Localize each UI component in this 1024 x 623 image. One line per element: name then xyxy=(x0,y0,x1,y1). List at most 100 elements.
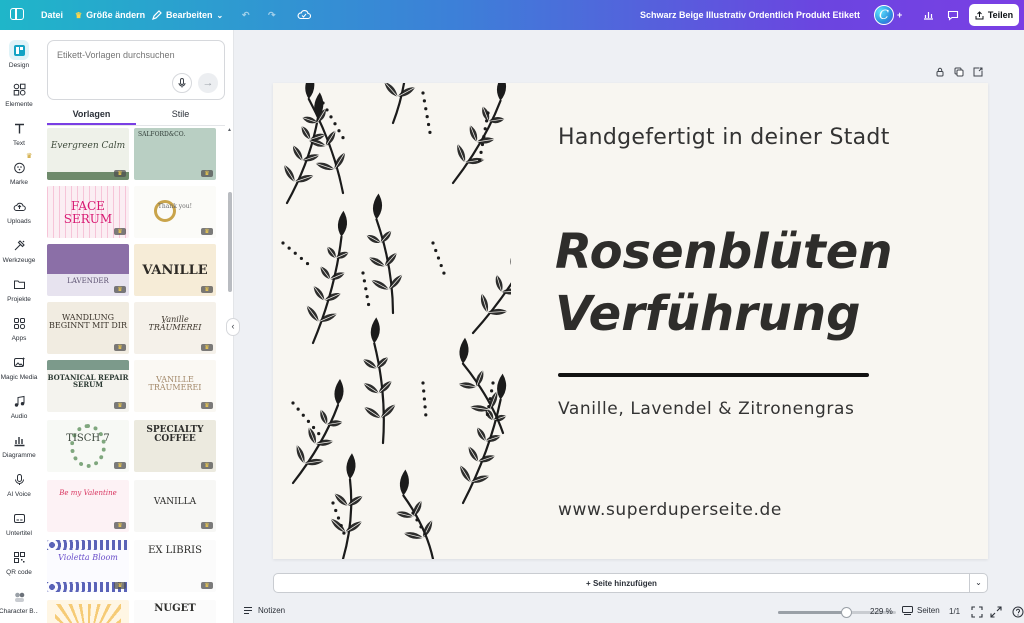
help-icon[interactable] xyxy=(1012,606,1024,618)
undo-icon[interactable]: ↶ xyxy=(242,0,250,30)
notes-label: Notizen xyxy=(258,606,286,615)
share-icon xyxy=(975,10,984,19)
divider-line[interactable] xyxy=(558,373,869,377)
search-box: → xyxy=(47,40,225,100)
template-thumbnail[interactable]: Thank you! ♛ xyxy=(134,186,216,238)
add-page-icon[interactable] xyxy=(973,67,983,77)
apps-icon xyxy=(9,313,29,333)
panel-scrollbar[interactable] xyxy=(228,130,232,610)
template-thumbnail[interactable]: Violetta Bloom ♛ xyxy=(47,540,129,592)
chevron-down-icon[interactable]: ⌄ xyxy=(969,573,988,593)
rail-item-design[interactable]: Design xyxy=(0,40,38,78)
tagline-text[interactable]: Handgefertigt in deiner Stadt xyxy=(558,125,890,150)
premium-crown-icon: ♛ xyxy=(114,228,126,235)
template-thumbnail[interactable]: VANILLE TRÄUMEREI ♛ xyxy=(134,360,216,412)
document-title[interactable]: Schwarz Beige Illustrativ Ordentlich Pro… xyxy=(640,0,860,30)
edit-menu[interactable]: Bearbeiten ⌄ xyxy=(152,0,223,30)
tab-stile[interactable]: Stile xyxy=(136,104,225,125)
rail-item-elements[interactable]: Elemente xyxy=(0,79,38,117)
crown-icon: ♛ xyxy=(75,10,83,20)
submit-arrow-icon[interactable]: → xyxy=(198,73,218,93)
rail-item-label: Character B... xyxy=(0,608,40,615)
premium-crown-icon: ♛ xyxy=(201,286,213,293)
premium-crown-icon: ♛ xyxy=(201,462,213,469)
resize-button[interactable]: ♛ Größe ändern xyxy=(75,0,145,30)
template-thumbnail-text: Vanille TRÄUMEREI xyxy=(148,315,202,333)
zoom-slider-knob[interactable] xyxy=(841,607,853,618)
rail-item-text[interactable]: Text xyxy=(0,118,38,156)
insights-icon[interactable] xyxy=(918,5,938,25)
lock-icon[interactable] xyxy=(935,67,945,77)
sidebar-toggle-icon[interactable] xyxy=(10,8,24,20)
premium-crown-icon: ♛ xyxy=(114,344,126,351)
template-thumbnail[interactable]: EX LIBRIS ♛ xyxy=(134,540,216,592)
rail-item-tools[interactable]: Werkzeuge xyxy=(0,235,38,273)
template-thumbnail[interactable]: BOTANICAL REPAIR SERUM ♛ xyxy=(47,360,129,412)
tab-vorlagen[interactable]: Vorlagen xyxy=(47,104,136,125)
rail-item-apps[interactable]: Apps xyxy=(0,313,38,351)
rail-item-label: QR code xyxy=(6,569,32,576)
rail-item-ai-voice[interactable]: AI Voice xyxy=(0,469,38,507)
rail-item-character[interactable]: Character B... xyxy=(0,586,40,623)
bottom-bar: Notizen 229 % Seiten 1/1 xyxy=(234,601,1024,623)
zoom-level[interactable]: 229 % xyxy=(870,607,893,616)
avatar[interactable]: C xyxy=(874,5,894,25)
template-thumbnail[interactable]: SPECIALTY COFFEE ♛ xyxy=(134,420,216,472)
character-icon xyxy=(9,586,29,606)
microphone-icon[interactable] xyxy=(172,73,192,93)
share-button[interactable]: Teilen xyxy=(969,4,1019,26)
template-thumbnail[interactable]: VANILLA ♛ xyxy=(134,480,216,532)
template-thumbnail[interactable]: Vanille TRÄUMEREI ♛ xyxy=(134,302,216,354)
pages-button[interactable]: Seiten xyxy=(902,606,940,615)
website-text[interactable]: www.superduperseite.de xyxy=(558,500,782,520)
rail-item-upload[interactable]: Uploads xyxy=(0,196,38,234)
rail-item-chart[interactable]: Diagramme xyxy=(0,430,38,468)
page-toolbar xyxy=(935,67,983,77)
fullscreen-icon[interactable] xyxy=(990,606,1002,618)
template-thumbnail[interactable]: SALFORD&CO. ♛ xyxy=(134,128,216,180)
premium-crown-icon: ♛ xyxy=(201,582,213,589)
ingredients-text[interactable]: Vanille, Lavendel & Zitronengras xyxy=(558,399,854,419)
leaf-pattern-illustration xyxy=(273,83,511,559)
pages-label: Seiten xyxy=(917,606,940,615)
rail-item-magic-media[interactable]: Magic Media xyxy=(0,352,38,390)
label-design-page[interactable]: Handgefertigt in deiner Stadt Rosenblüte… xyxy=(273,83,988,559)
search-input[interactable] xyxy=(57,50,217,60)
template-thumbnail[interactable]: NUGET♛ xyxy=(134,600,216,623)
rail-item-brand[interactable]: Marke xyxy=(0,157,38,195)
rail-item-label: Apps xyxy=(11,335,27,342)
rail-item-qr-code[interactable]: QR code xyxy=(0,547,38,585)
file-menu[interactable]: Datei xyxy=(41,0,63,30)
brand-icon xyxy=(9,157,29,177)
template-thumbnail[interactable]: VANILLE ♛ xyxy=(134,244,216,296)
notes-icon xyxy=(244,607,252,614)
panel-scrollbar-thumb[interactable] xyxy=(228,192,232,292)
product-title[interactable]: Rosenblüten Verführung xyxy=(555,221,893,345)
collapse-panel-icon[interactable]: ‹ xyxy=(226,318,240,336)
rail-item-audio[interactable]: Audio xyxy=(0,391,38,429)
notes-button[interactable]: Notizen xyxy=(243,606,285,615)
comment-icon[interactable] xyxy=(943,5,963,25)
template-thumbnail[interactable]: FACE SERUM ♛ xyxy=(47,186,129,238)
ai-voice-icon xyxy=(9,469,29,489)
duplicate-page-icon[interactable] xyxy=(954,67,964,77)
redo-icon[interactable]: ↷ xyxy=(268,0,276,30)
folder-icon xyxy=(9,274,29,294)
product-title-line-1: Rosenblüten xyxy=(555,224,893,280)
top-bar: Datei ♛ Größe ändern Bearbeiten ⌄ ↶ ↷ Sc… xyxy=(0,0,1024,30)
add-page-button[interactable]: + Seite hinzufügen xyxy=(273,573,970,593)
add-collaborator-icon[interactable]: + xyxy=(897,0,902,30)
template-thumbnail[interactable]: LAVENDER ♛ xyxy=(47,244,129,296)
rail-item-folder[interactable]: Projekte xyxy=(0,274,38,312)
template-thumbnail[interactable]: Evergreen Calm ♛ xyxy=(47,128,129,180)
fit-to-screen-icon[interactable] xyxy=(971,606,983,618)
template-thumbnail-text: VANILLA xyxy=(153,497,197,507)
tools-icon xyxy=(9,235,29,255)
rail-item-subtitle[interactable]: Untertitel xyxy=(0,508,38,546)
template-thumbnail[interactable]: ♛ xyxy=(47,600,129,623)
rail-item-label: Audio xyxy=(10,413,28,420)
cloud-saved-icon[interactable] xyxy=(297,9,311,20)
template-thumbnail[interactable]: TISCH 7 ♛ xyxy=(47,420,129,472)
template-thumbnail[interactable]: Be my Valentine ♛ xyxy=(47,480,129,532)
template-thumbnail[interactable]: WANDLUNG BEGINNT MIT DIR ♛ xyxy=(47,302,129,354)
